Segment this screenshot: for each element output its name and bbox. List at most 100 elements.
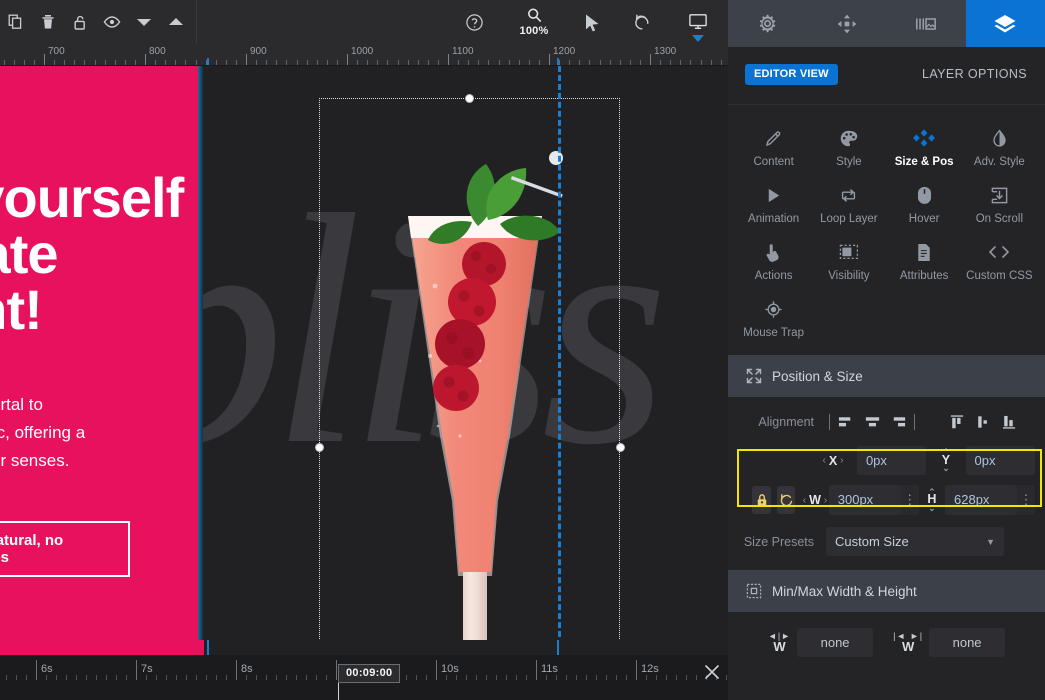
timeline-minor-tick <box>566 675 567 680</box>
tab-loop-layer[interactable]: Loop Layer <box>811 174 886 231</box>
slide-pink-panel[interactable]: Mixology Magic Treat yourself to a Date … <box>0 66 200 655</box>
timeline-current-time[interactable]: 00:09:00 <box>338 664 401 683</box>
timeline-minor-tick <box>216 675 217 680</box>
tab-hover[interactable]: Hover <box>887 174 962 231</box>
height-options-icon[interactable]: ⋮ <box>1017 485 1035 515</box>
tab-mouse-trap[interactable]: Mouse Trap <box>736 288 811 345</box>
ruler-minor-tick <box>478 60 480 65</box>
move-up-icon[interactable] <box>160 0 192 44</box>
timeline-minor-tick <box>606 675 607 680</box>
timeline-clip-marker-a[interactable] <box>207 640 209 655</box>
ruler-label: 1100 <box>452 46 474 57</box>
timeline-minor-tick <box>326 675 327 680</box>
timeline-minor-tick <box>106 675 107 680</box>
ruler-minor-tick <box>599 60 601 65</box>
ruler-minor-tick <box>175 60 177 65</box>
horizontal-ruler: 700 800 900 1000 1100 1200 1300 <box>0 44 728 66</box>
width-input[interactable]: 300px <box>828 485 901 515</box>
selection-handle-right[interactable] <box>616 443 625 452</box>
align-bottom-icon[interactable] <box>996 411 1022 433</box>
slide-headline: Treat yourself to a Date Tonight! <box>0 166 184 341</box>
unlock-icon[interactable] <box>64 0 96 44</box>
ruler-label: 1300 <box>654 46 677 57</box>
layers-icon[interactable] <box>965 0 1045 47</box>
timeline-minor-tick <box>256 675 257 680</box>
timeline-minor-tick <box>316 675 317 680</box>
ruler-position-marker[interactable] <box>557 58 559 65</box>
device-dropdown-caret[interactable] <box>692 35 704 42</box>
ruler-minor-tick <box>155 60 157 65</box>
tab-on-scroll[interactable]: On Scroll <box>962 174 1037 231</box>
slides-icon[interactable] <box>887 0 966 47</box>
tab-size-pos[interactable]: Size & Pos <box>887 117 962 174</box>
close-icon[interactable] <box>700 660 724 684</box>
align-middle-icon[interactable] <box>970 411 996 433</box>
timeline-minor-tick <box>166 675 167 680</box>
layer-options-label[interactable]: LAYER OPTIONS <box>922 67 1027 81</box>
selection-handle-left[interactable] <box>315 443 324 452</box>
ruler-minor-tick <box>397 60 399 65</box>
alignment-label: Alignment <box>758 415 814 429</box>
timeline-minor-tick <box>676 675 677 680</box>
y-input[interactable]: 0px <box>965 446 1035 475</box>
align-right-icon[interactable] <box>885 411 911 433</box>
max-width-input[interactable]: none <box>929 628 1006 657</box>
cursor-icon[interactable] <box>576 0 608 44</box>
ruler-minor-tick <box>74 60 76 65</box>
tab-adv-style[interactable]: Adv. Style <box>962 117 1037 174</box>
ruler-label: 800 <box>149 46 166 57</box>
ruler-minor-tick <box>326 60 328 65</box>
move-arrows-icon[interactable] <box>807 0 886 47</box>
timeline-minor-tick <box>516 675 517 680</box>
x-input[interactable]: 0px <box>856 446 927 475</box>
tab-attributes[interactable]: Attributes <box>887 231 962 288</box>
ruler-minor-tick <box>104 60 106 65</box>
minmax-header[interactable]: Min/Max Width & Height <box>728 570 1045 612</box>
settings-gear-icon[interactable] <box>728 0 807 47</box>
help-icon[interactable] <box>458 0 490 44</box>
editor-view-chip[interactable]: EDITOR VIEW <box>745 64 838 85</box>
tab-style[interactable]: Style <box>811 117 886 174</box>
preview-device-icon[interactable] <box>676 0 720 44</box>
ruler-position-marker[interactable] <box>207 58 209 65</box>
timeline-minor-tick <box>6 675 7 680</box>
undo-icon[interactable] <box>626 0 658 44</box>
align-top-icon[interactable] <box>944 411 970 433</box>
duplicate-icon[interactable] <box>0 0 32 44</box>
tab-loop-layer-label: Loop Layer <box>820 213 878 225</box>
timeline-minor-tick <box>26 675 27 680</box>
align-left-icon[interactable] <box>833 411 859 433</box>
selection-bounding-box[interactable] <box>315 94 625 655</box>
tab-animation[interactable]: Animation <box>736 174 811 231</box>
tab-custom-css[interactable]: Custom CSS <box>962 231 1037 288</box>
slide-right-edge <box>198 66 203 655</box>
size-presets-select[interactable]: Custom Size ▼ <box>826 527 1004 556</box>
align-center-icon[interactable] <box>859 411 885 433</box>
zoom-level-button[interactable]: 100% <box>508 0 560 44</box>
timeline-clip-marker-b[interactable] <box>557 640 559 655</box>
delete-icon[interactable] <box>32 0 64 44</box>
panel-top-tabs <box>728 0 1045 47</box>
min-width-input[interactable]: none <box>797 628 874 657</box>
selection-handle-top[interactable] <box>465 94 474 103</box>
tab-visibility-label: Visibility <box>828 270 870 282</box>
vertical-guide-line[interactable] <box>558 66 561 655</box>
reset-icon[interactable] <box>776 486 796 514</box>
visibility-icon[interactable] <box>96 0 128 44</box>
timeline-clip-pink[interactable] <box>0 640 204 655</box>
height-input[interactable]: 628px <box>945 485 1017 515</box>
slide-cta-button[interactable]: 100% natural, no additives <box>0 521 130 577</box>
tab-visibility[interactable]: Visibility <box>811 231 886 288</box>
lock-aspect-icon[interactable] <box>752 486 771 514</box>
width-options-icon[interactable]: ⋮ <box>900 485 919 515</box>
ruler-minor-tick <box>266 60 268 65</box>
canvas-area[interactable]: bliss Mixology Magic Treat yourself to a… <box>0 66 728 655</box>
timeline-playhead[interactable] <box>338 683 339 700</box>
tab-actions[interactable]: Actions <box>736 231 811 288</box>
position-size-title: Position & Size <box>772 368 863 384</box>
move-down-icon[interactable] <box>128 0 160 44</box>
tab-content[interactable]: Content <box>736 117 811 174</box>
h-field-group: 628px ⋮ <box>945 485 1035 515</box>
position-size-header[interactable]: Position & Size <box>728 355 1045 397</box>
timeline-major-tick <box>336 660 337 680</box>
